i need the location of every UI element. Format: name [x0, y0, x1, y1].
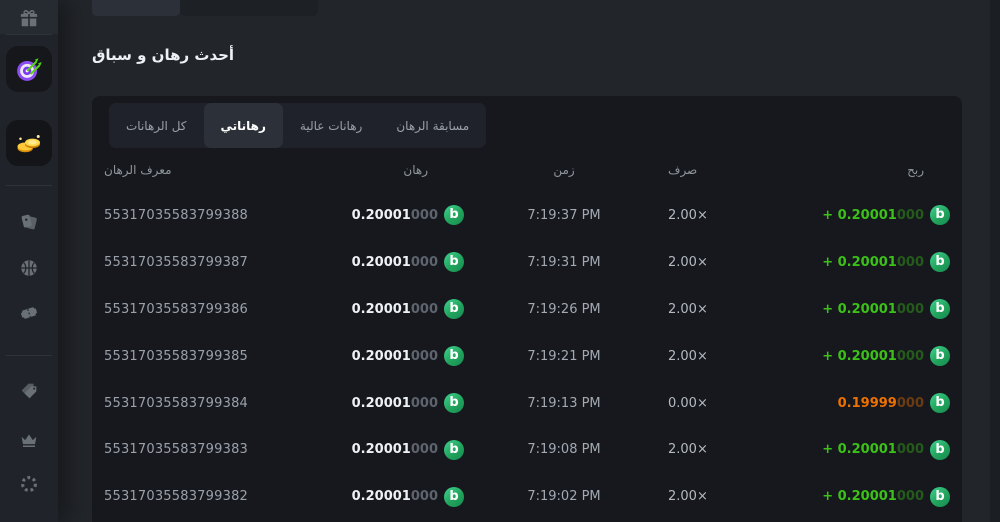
table-header: معرف الرهان رهان زمن صرف ربح — [92, 148, 962, 192]
sidebar-divider — [6, 34, 52, 35]
header-time: زمن — [464, 163, 664, 177]
header-bet-id: معرف الرهان — [104, 163, 324, 177]
bet-time: 7:19:13 PM — [464, 396, 664, 411]
scrollbar[interactable] — [990, 0, 1000, 522]
tab-high-rollers[interactable]: رهانات عالية — [283, 103, 379, 148]
sidebar — [0, 0, 58, 522]
coin-icon: b — [930, 393, 950, 413]
table-body: 553170355837993880.20001000b7:19:37 PM2.… — [92, 192, 962, 522]
ticket-icon[interactable] — [18, 302, 40, 324]
gold-coins-icon[interactable] — [6, 120, 52, 166]
table-row[interactable]: 553170355837993850.20001000b7:19:21 PM2.… — [92, 333, 962, 380]
bet-payout: 2.00× — [664, 255, 794, 270]
bet-profit: + 0.20001000b — [794, 299, 950, 319]
bet-id: 55317035583799385 — [104, 349, 324, 364]
bet-amount: 0.20001000b — [324, 299, 464, 319]
coin-icon: b — [930, 346, 950, 366]
table-row[interactable]: 553170355837993840.20001000b7:19:13 PM0.… — [92, 380, 962, 427]
coin-icon: b — [444, 487, 464, 507]
bets-tabbar: كل الرهانات رهاناتي رهانات عالية مسابقة … — [109, 103, 486, 148]
tags-icon[interactable] — [18, 380, 40, 402]
coin-icon: b — [930, 252, 950, 272]
bet-time: 7:19:02 PM — [464, 489, 664, 504]
bet-id: 55317035583799386 — [104, 302, 324, 317]
coin-icon: b — [930, 205, 950, 225]
bet-time: 7:19:31 PM — [464, 255, 664, 270]
coin-icon: b — [444, 346, 464, 366]
top-tab-partial-active[interactable] — [92, 0, 180, 16]
bet-amount: 0.20001000b — [324, 440, 464, 460]
sidebar-divider — [6, 355, 52, 356]
bet-payout: 2.00× — [664, 442, 794, 457]
bet-profit: + 0.20001000b — [794, 205, 950, 225]
bet-amount: 0.20001000b — [324, 252, 464, 272]
bet-amount: 0.20001000b — [324, 487, 464, 507]
table-row[interactable]: 553170355837993830.20001000b7:19:08 PM2.… — [92, 426, 962, 473]
bet-payout: 0.00× — [664, 396, 794, 411]
basketball-icon[interactable] — [18, 257, 40, 279]
bet-amount: 0.20001000b — [324, 346, 464, 366]
bet-time: 7:19:08 PM — [464, 442, 664, 457]
bet-profit: + 0.20001000b — [794, 346, 950, 366]
target-darts-icon[interactable] — [6, 46, 52, 92]
header-payout: صرف — [664, 163, 794, 177]
tab-bet-contest[interactable]: مسابقة الرهان — [379, 103, 486, 148]
coin-icon: b — [930, 299, 950, 319]
header-bet: رهان — [324, 163, 464, 177]
table-row[interactable]: 553170355837993860.20001000b7:19:26 PM2.… — [92, 286, 962, 333]
bet-time: 7:19:37 PM — [464, 208, 664, 223]
playing-cards-icon[interactable] — [18, 211, 40, 233]
settings-icon[interactable] — [18, 473, 40, 495]
top-tab-partial[interactable] — [180, 0, 318, 16]
bet-amount: 0.20001000b — [324, 393, 464, 413]
latest-bets-panel: كل الرهانات رهاناتي رهانات عالية مسابقة … — [92, 96, 962, 522]
bet-time: 7:19:26 PM — [464, 302, 664, 317]
header-profit: ربح — [794, 163, 950, 177]
crown-icon[interactable] — [18, 429, 40, 451]
bet-payout: 2.00× — [664, 208, 794, 223]
gift-icon[interactable] — [18, 7, 40, 29]
bet-profit: + 0.20001000b — [794, 440, 950, 460]
bet-id: 55317035583799384 — [104, 396, 324, 411]
coin-icon: b — [444, 299, 464, 319]
bet-payout: 2.00× — [664, 349, 794, 364]
coin-icon: b — [444, 440, 464, 460]
bet-id: 55317035583799382 — [104, 489, 324, 504]
table-row[interactable]: 553170355837993880.20001000b7:19:37 PM2.… — [92, 192, 962, 239]
bet-id: 55317035583799387 — [104, 255, 324, 270]
page-title: أحدث رهان و سباق — [92, 46, 234, 64]
bet-payout: 2.00× — [664, 489, 794, 504]
table-row[interactable]: 553170355837993870.20001000b7:19:31 PM2.… — [92, 239, 962, 286]
bet-amount: 0.20001000b — [324, 205, 464, 225]
bet-profit: 0.19999000b — [794, 393, 950, 413]
sidebar-divider — [6, 185, 52, 186]
coin-icon: b — [444, 252, 464, 272]
table-row[interactable]: 553170355837993820.20001000b7:19:02 PM2.… — [92, 473, 962, 520]
coin-icon: b — [444, 205, 464, 225]
tab-my-bets[interactable]: رهاناتي — [204, 103, 283, 148]
coin-icon: b — [930, 440, 950, 460]
bet-id: 55317035583799383 — [104, 442, 324, 457]
tab-all-bets[interactable]: كل الرهانات — [109, 103, 204, 148]
bet-id: 55317035583799388 — [104, 208, 324, 223]
main-content: أحدث رهان و سباق كل الرهانات رهاناتي رها… — [58, 0, 1000, 522]
bet-profit: + 0.20001000b — [794, 487, 950, 507]
bet-profit: + 0.20001000b — [794, 252, 950, 272]
coin-icon: b — [930, 487, 950, 507]
bet-time: 7:19:21 PM — [464, 349, 664, 364]
bet-payout: 2.00× — [664, 302, 794, 317]
coin-icon: b — [444, 393, 464, 413]
